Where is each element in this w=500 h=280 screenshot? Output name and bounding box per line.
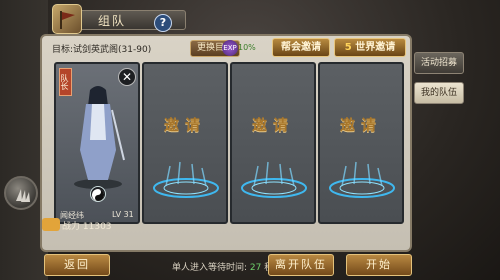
target-value: 试剑英武阁(31-90) xyxy=(73,45,152,55)
exp-bonus: 10% xyxy=(238,43,256,52)
invite-label: 邀请 xyxy=(251,116,294,134)
guild-invite-button[interactable]: 帮会邀请 xyxy=(272,38,330,57)
leave-team-button[interactable]: 离开队伍 xyxy=(268,254,334,276)
start-button[interactable]: 开始 xyxy=(346,254,412,276)
portal-ring-icon xyxy=(329,161,395,198)
power-label: 战力 xyxy=(62,222,81,232)
world-invite-label: 世界邀请 xyxy=(355,42,396,53)
invite-slot[interactable]: 邀请 xyxy=(142,62,228,224)
power-row: 战力 11303 xyxy=(42,218,142,232)
back-button[interactable]: 返回 xyxy=(44,254,110,276)
target-label: 目标: xyxy=(52,45,74,55)
chat-icon[interactable] xyxy=(42,218,60,231)
exp-badge: EXP xyxy=(222,40,238,56)
wait-time-text: 单人进入等待时间: 27 秒 xyxy=(172,260,273,273)
claw-icon xyxy=(16,189,30,202)
portal-ring-icon xyxy=(241,161,307,198)
world-invite-button[interactable]: 5 世界邀请 xyxy=(334,38,406,57)
window-header: 组队 xyxy=(48,4,208,34)
skill-orb-button[interactable] xyxy=(4,176,38,210)
portal-ring-icon xyxy=(153,161,219,198)
invite-slot[interactable]: 邀请 xyxy=(318,62,404,224)
window-title: 组队 xyxy=(98,14,127,28)
tab-recruit[interactable]: 活动招募 xyxy=(414,52,464,74)
team-flag-icon xyxy=(52,4,82,34)
team-member-card[interactable]: 队长 ✕ 闻经纬 LV 31 xyxy=(54,62,140,224)
target-info: 目标:试剑英武阁(31-90) xyxy=(52,42,151,55)
power-value: 11303 xyxy=(82,222,112,232)
tab-my-team[interactable]: 我的队伍 xyxy=(414,82,464,104)
wait-value: 27 xyxy=(249,263,262,273)
invite-slot[interactable]: 邀请 xyxy=(230,62,316,224)
gender-yinyang-icon xyxy=(90,186,106,202)
power-display: 战力 11303 xyxy=(62,219,112,232)
invite-label: 邀请 xyxy=(339,116,382,134)
world-invite-count: 5 xyxy=(344,42,352,53)
wait-label: 单人进入等待时间: xyxy=(172,263,248,273)
invite-label: 邀请 xyxy=(163,116,206,134)
help-icon[interactable]: ? xyxy=(154,14,172,32)
hero-character xyxy=(74,86,125,189)
